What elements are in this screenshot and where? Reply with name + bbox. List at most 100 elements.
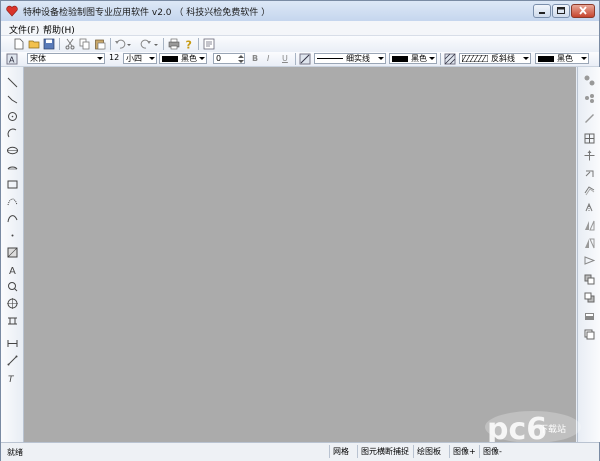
undo-icon[interactable] bbox=[114, 38, 126, 50]
font-icon: A bbox=[6, 53, 18, 65]
font-name-value: 宋体 bbox=[30, 54, 46, 63]
hatch-select[interactable]: 反斜线 bbox=[459, 53, 531, 64]
spin-arrows-icon[interactable] bbox=[237, 53, 245, 65]
mirror-icon[interactable] bbox=[584, 202, 595, 213]
move-icon[interactable] bbox=[584, 150, 595, 161]
arc-icon[interactable] bbox=[7, 128, 18, 139]
heart-app-icon bbox=[6, 5, 18, 17]
text-color-label: 黑色 bbox=[181, 54, 197, 63]
line-color-select[interactable]: 黑色 bbox=[389, 53, 437, 64]
toolbar-separator bbox=[59, 38, 60, 50]
chevron-down-icon bbox=[581, 57, 587, 60]
save-icon[interactable] bbox=[43, 38, 55, 50]
title-bar[interactable]: 特种设备检验制图专业应用软件 v2.0 （ 科技兴检免费软件 ） bbox=[1, 1, 599, 21]
spin-value: 0 bbox=[216, 54, 222, 63]
color-swatch bbox=[392, 55, 408, 62]
text-color-select[interactable]: 黑色 bbox=[159, 53, 207, 64]
color-swatch bbox=[162, 55, 178, 62]
cut-icon[interactable] bbox=[64, 38, 76, 50]
align-icon[interactable] bbox=[7, 355, 18, 366]
new-file-icon[interactable] bbox=[13, 38, 25, 50]
close-button[interactable] bbox=[571, 4, 595, 18]
font-name-select[interactable]: 宋体 bbox=[27, 53, 105, 64]
status-bar: 就绪 网格 图元横断捕捉 绘图板 图像+ 图像- bbox=[1, 442, 599, 461]
toolbar-separator bbox=[163, 38, 164, 50]
status-drawing-board[interactable]: 绘图板 bbox=[413, 445, 449, 458]
chevron-down-icon bbox=[149, 57, 155, 60]
flip-vertical-icon[interactable] bbox=[584, 238, 595, 249]
line-color-label: 黑色 bbox=[411, 54, 427, 63]
line-type-select[interactable]: 细实线 bbox=[314, 53, 386, 64]
rectangle-icon[interactable] bbox=[7, 179, 18, 190]
status-grid[interactable]: 网格 bbox=[329, 445, 357, 458]
pen-icon[interactable] bbox=[584, 112, 595, 123]
redo-icon[interactable] bbox=[140, 38, 152, 50]
insert-text-icon[interactable]: T bbox=[7, 372, 18, 383]
underline-button[interactable]: U bbox=[282, 54, 288, 63]
minimize-button[interactable] bbox=[533, 4, 551, 18]
line-icon[interactable] bbox=[7, 77, 18, 88]
drawing-canvas[interactable] bbox=[24, 67, 576, 442]
hatch-tool-icon[interactable] bbox=[7, 247, 18, 258]
ellipse-arc-icon[interactable] bbox=[7, 162, 18, 173]
chevron-down-icon bbox=[199, 57, 205, 60]
copy-rotate-icon[interactable] bbox=[584, 185, 595, 196]
toolbar-separator bbox=[110, 38, 111, 50]
watermark-text: 下载站 bbox=[539, 425, 567, 435]
crosshair-icon[interactable] bbox=[7, 298, 18, 309]
svg-text:A: A bbox=[9, 266, 16, 275]
font-size-select[interactable]: 小四 bbox=[123, 53, 157, 64]
status-image-plus[interactable]: 图像+ bbox=[449, 445, 479, 458]
text-icon[interactable]: A bbox=[7, 264, 18, 275]
rotate-icon[interactable] bbox=[584, 168, 595, 179]
ellipse-icon[interactable] bbox=[7, 145, 18, 156]
standard-toolbar: ? bbox=[1, 35, 599, 53]
chevron-down-icon[interactable] bbox=[153, 39, 159, 51]
copy-icon[interactable] bbox=[79, 38, 91, 50]
properties-icon[interactable] bbox=[203, 38, 215, 50]
left-drawing-toolbar: A T bbox=[1, 67, 24, 442]
status-snap[interactable]: 图元横断捕捉 bbox=[357, 445, 413, 458]
bezier-icon[interactable] bbox=[7, 196, 18, 207]
magnifier-icon[interactable] bbox=[7, 281, 18, 292]
group-icon[interactable] bbox=[584, 311, 595, 322]
grid-icon[interactable] bbox=[584, 133, 595, 144]
print-icon[interactable] bbox=[168, 38, 180, 50]
bold-button[interactable]: B bbox=[252, 54, 258, 63]
multi-select-icon[interactable] bbox=[584, 93, 595, 104]
font-size-name: 小四 bbox=[126, 54, 142, 63]
paste-icon[interactable] bbox=[94, 38, 106, 50]
window-title: 特种设备检验制图专业应用软件 v2.0 （ 科技兴检免费软件 ） bbox=[23, 8, 271, 18]
chevron-down-icon[interactable] bbox=[126, 39, 132, 51]
line-type-label: 细实线 bbox=[346, 54, 370, 63]
ungroup-icon[interactable] bbox=[584, 329, 595, 340]
arrow-icon[interactable] bbox=[584, 255, 595, 266]
chevron-down-icon bbox=[97, 57, 103, 60]
watermark-logo: pc6 bbox=[485, 411, 581, 445]
open-folder-icon[interactable] bbox=[28, 38, 40, 50]
italic-button[interactable]: I bbox=[267, 54, 269, 63]
layer-front-icon[interactable] bbox=[584, 274, 595, 285]
toolbar-separator bbox=[198, 38, 199, 50]
hatch-color-select[interactable]: 黑色 bbox=[535, 53, 589, 64]
maximize-button[interactable] bbox=[552, 4, 570, 18]
layer-back-icon[interactable] bbox=[584, 292, 595, 303]
flip-horizontal-icon[interactable] bbox=[584, 220, 595, 231]
polyline-icon[interactable] bbox=[7, 94, 18, 105]
point-icon[interactable] bbox=[7, 230, 18, 241]
maximize-icon bbox=[557, 7, 565, 14]
hatch-pattern-icon bbox=[461, 54, 489, 63]
chevron-down-icon bbox=[378, 57, 384, 60]
format-toolbar: A 宋体 12 小四 黑色 0 B I U 细实线 黑色 反斜线 黑色 bbox=[1, 52, 599, 67]
stamp-icon[interactable] bbox=[7, 315, 18, 326]
select-icon[interactable] bbox=[584, 75, 595, 86]
curve-icon[interactable] bbox=[7, 213, 18, 224]
line-style-icon bbox=[299, 53, 311, 65]
minimize-icon bbox=[539, 12, 545, 14]
status-ready: 就绪 bbox=[7, 448, 23, 457]
help-icon[interactable]: ? bbox=[183, 38, 195, 51]
dimension-icon[interactable] bbox=[7, 338, 18, 349]
status-image-minus[interactable]: 图像- bbox=[479, 445, 509, 458]
circle-icon[interactable] bbox=[7, 111, 18, 122]
hatch-label: 反斜线 bbox=[491, 54, 515, 63]
